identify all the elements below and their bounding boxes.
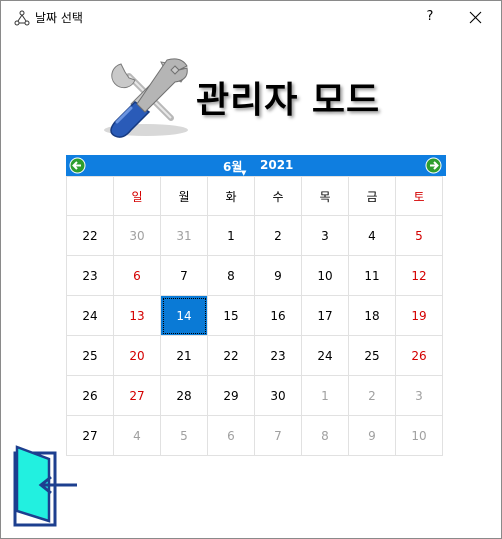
day-cell[interactable]: 3 [395, 375, 443, 416]
week-number: 26 [66, 375, 114, 416]
weekday-label: 목 [301, 176, 349, 216]
weekday-label: 수 [254, 176, 302, 216]
week-number: 24 [66, 295, 114, 336]
day-cell[interactable]: 29 [207, 375, 255, 416]
week-row: 24 13 14 15 16 17 18 19 [66, 295, 443, 336]
day-cell[interactable]: 25 [348, 335, 396, 376]
day-cell[interactable]: 3 [301, 215, 349, 256]
day-cell[interactable]: 7 [160, 255, 208, 296]
day-cell[interactable]: 8 [207, 255, 255, 296]
day-cell[interactable]: 31 [160, 215, 208, 256]
day-cell[interactable]: 28 [160, 375, 208, 416]
weekday-label: 월 [160, 176, 208, 216]
day-cell[interactable]: 30 [113, 215, 161, 256]
day-cell[interactable]: 4 [348, 215, 396, 256]
day-cell[interactable]: 15 [207, 295, 255, 336]
day-cell[interactable]: 12 [395, 255, 443, 296]
week-number: 23 [66, 255, 114, 296]
day-cell[interactable]: 1 [301, 375, 349, 416]
month-selector[interactable]: 6월 [223, 158, 242, 175]
day-cell[interactable]: 22 [207, 335, 255, 376]
week-row: 22 30 31 1 2 3 4 5 [66, 215, 443, 256]
close-button[interactable] [453, 1, 499, 33]
week-number: 25 [66, 335, 114, 376]
weekday-header-row: 일월화수목금토 [66, 176, 443, 216]
weekday-label: 화 [207, 176, 255, 216]
app-icon [14, 10, 30, 26]
day-cell[interactable]: 9 [348, 415, 396, 456]
day-cell[interactable]: 4 [113, 415, 161, 456]
arrow-right-icon [425, 157, 442, 174]
day-cell[interactable]: 23 [254, 335, 302, 376]
week-number-header [66, 176, 114, 216]
day-cell[interactable]: 2 [348, 375, 396, 416]
date-picker-window: 날짜 선택 ? 관리자 모드 6월 ▼ 2021 일 월 화 수 목 금 토 2… [0, 0, 502, 539]
week-number: 22 [66, 215, 114, 256]
day-cell[interactable]: 26 [395, 335, 443, 376]
day-cell[interactable]: 7 [254, 415, 302, 456]
day-cell[interactable]: 20 [113, 335, 161, 376]
day-cell[interactable]: 17 [301, 295, 349, 336]
week-row: 23 6 7 8 9 10 11 12 [66, 255, 443, 296]
weekday-label: 일 [113, 176, 161, 216]
day-cell[interactable]: 1 [207, 215, 255, 256]
tools-icon [101, 56, 191, 138]
day-cell[interactable]: 5 [160, 415, 208, 456]
year-selector[interactable]: 2021 [260, 158, 293, 172]
weekday-label: 토 [395, 176, 443, 216]
title-bar: 날짜 선택 ? [1, 1, 501, 33]
calendar-grid: 일 월 화 수 목 금 토 22 30 31 1 2 3 4 5 23 6 7 8 9 10 11 12 24 13 14 15 16… [66, 176, 443, 456]
admin-mode-title: 관리자 모드 [196, 80, 381, 121]
day-cell[interactable]: 9 [254, 255, 302, 296]
next-month-button[interactable] [425, 157, 442, 174]
prev-month-button[interactable] [69, 157, 86, 174]
day-cell[interactable]: 19 [395, 295, 443, 336]
day-cell[interactable]: 24 [301, 335, 349, 376]
day-cell[interactable]: 10 [395, 415, 443, 456]
arrow-left-icon [69, 157, 86, 174]
help-button[interactable]: ? [407, 1, 453, 33]
day-cell[interactable]: 11 [348, 255, 396, 296]
day-cell[interactable]: 30 [254, 375, 302, 416]
day-cell-selected[interactable]: 14 [160, 295, 208, 336]
day-cell[interactable]: 18 [348, 295, 396, 336]
day-cell[interactable]: 8 [301, 415, 349, 456]
exit-door-icon[interactable] [13, 441, 77, 527]
week-row: 26 27 28 29 30 1 2 3 [66, 375, 443, 416]
day-cell[interactable]: 27 [113, 375, 161, 416]
day-cell[interactable]: 5 [395, 215, 443, 256]
day-cell[interactable]: 2 [254, 215, 302, 256]
day-cell[interactable]: 10 [301, 255, 349, 296]
week-row: 25 20 21 22 23 24 25 26 [66, 335, 443, 376]
day-cell[interactable]: 16 [254, 295, 302, 336]
window-title: 날짜 선택 [35, 11, 83, 25]
week-row: 27 4 5 6 7 8 9 10 [66, 415, 443, 456]
month-calendar[interactable]: 6월 ▼ 2021 일 월 화 수 목 금 토 22 30 31 1 2 3 4 5 23 6 7 8 9 10 11 12… [66, 155, 446, 456]
day-cell[interactable]: 21 [160, 335, 208, 376]
close-icon [469, 11, 482, 24]
day-cell[interactable]: 6 [113, 255, 161, 296]
day-cell[interactable]: 13 [113, 295, 161, 336]
weekday-label: 금 [348, 176, 396, 216]
calendar-header: 6월 ▼ 2021 [66, 155, 446, 177]
day-cell[interactable]: 6 [207, 415, 255, 456]
